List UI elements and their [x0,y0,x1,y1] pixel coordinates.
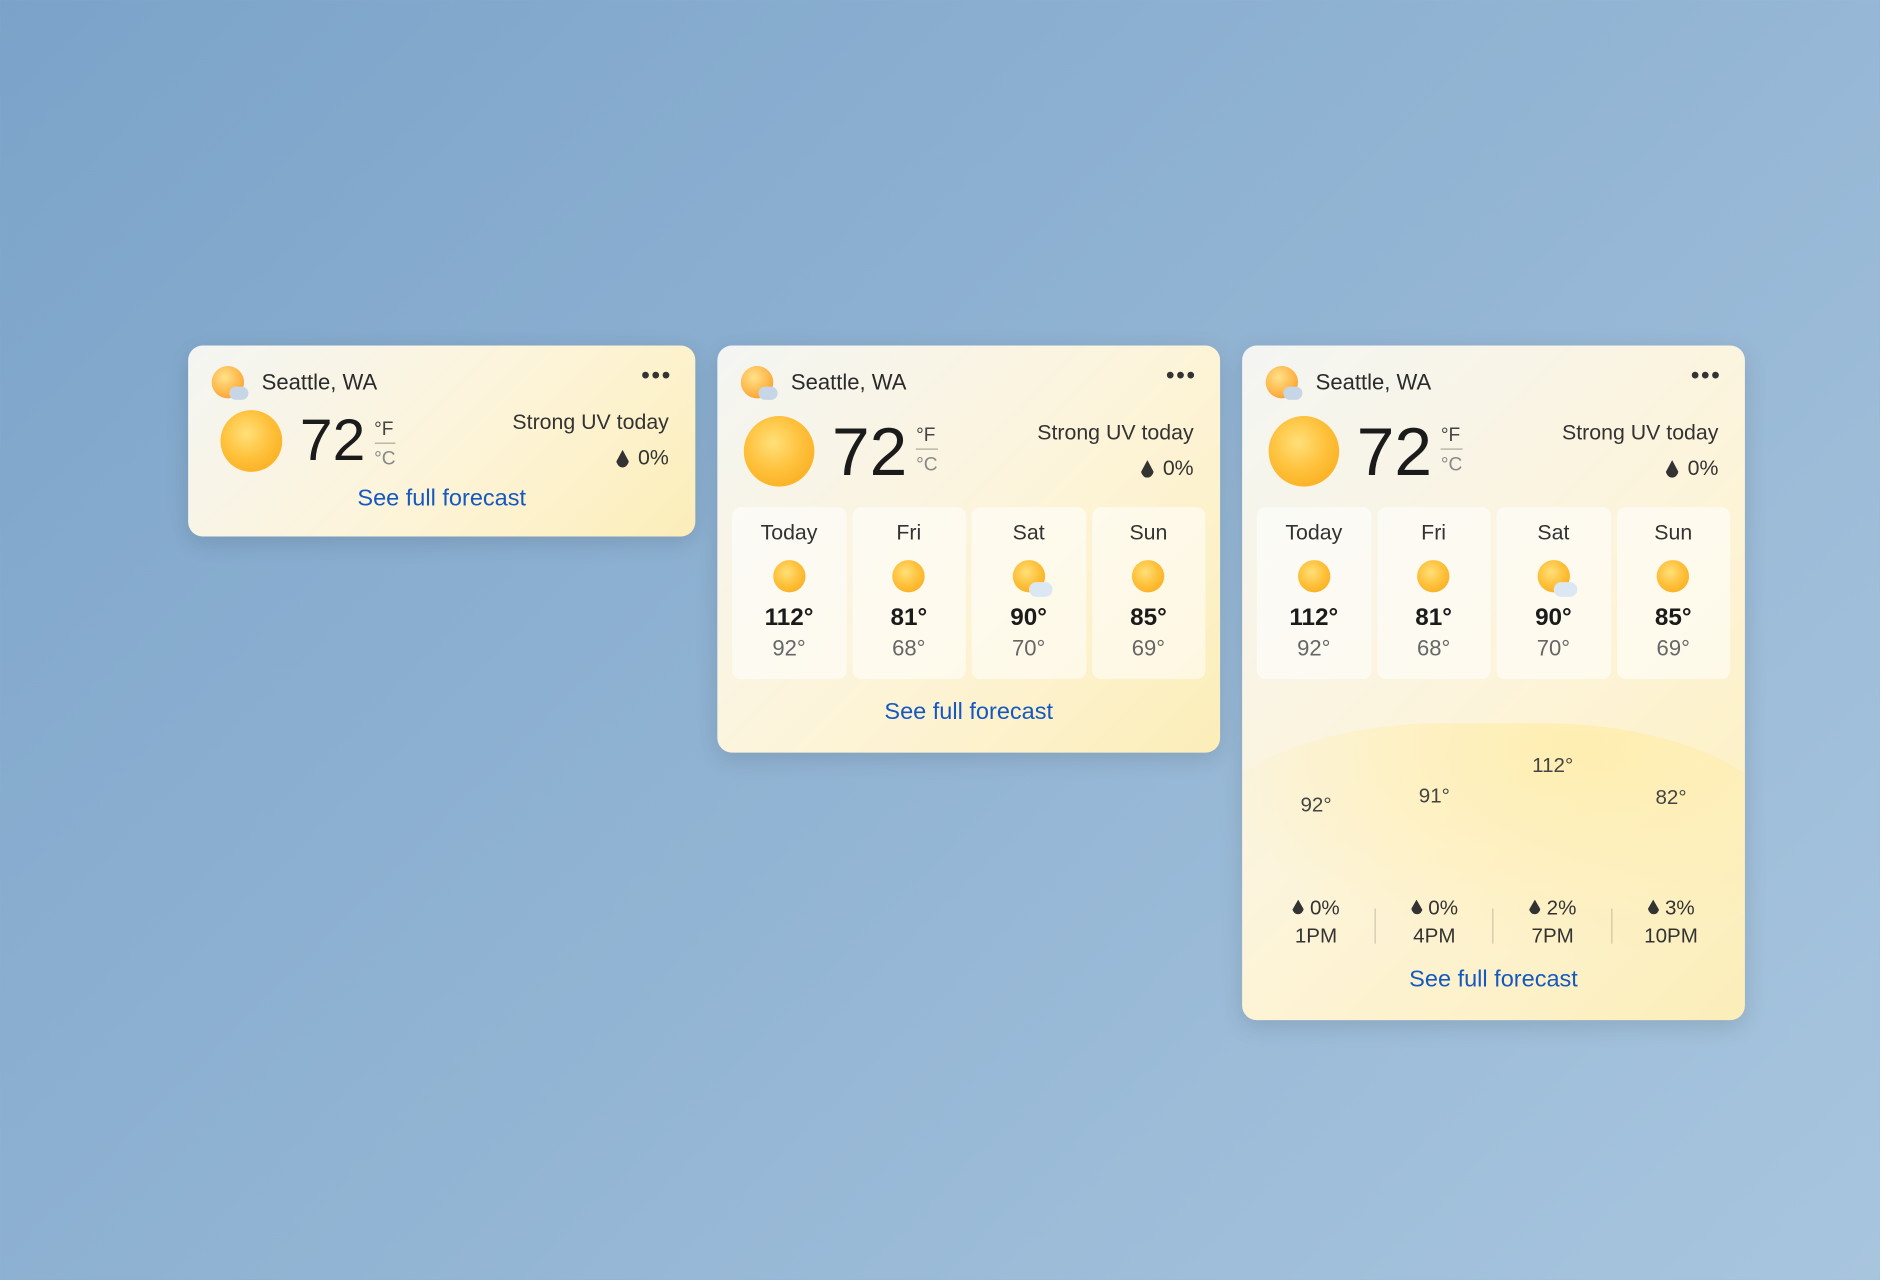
forecast-low: 92° [738,637,840,662]
unit-celsius[interactable]: °C [1441,450,1462,475]
forecast-low: 70° [1502,637,1604,662]
hourly-time: 4PM [1375,923,1493,947]
daily-forecast-row: Today 112° 92° Fri 81° 68° Sat 90° 70° Sun 85° 69° [717,492,1220,679]
forecast-high: 85° [1097,604,1199,632]
forecast-day-label: Sun [1097,522,1199,546]
hourly-temp: 82° [1612,785,1730,809]
forecast-day-label: Sun [1622,522,1724,546]
forecast-day[interactable]: Today 112° 92° [1257,507,1371,679]
sun-icon [744,416,815,487]
forecast-low: 70° [978,637,1080,662]
hourly-temp: 112° [1494,753,1612,777]
current-temperature: 72 [300,412,365,471]
forecast-day-label: Fri [1383,522,1485,546]
forecast-high: 81° [858,604,960,632]
location-label: Seattle, WA [791,370,907,395]
weather-app-icon [212,366,244,398]
hourly-column[interactable]: 112° 2% 7PM [1494,697,1612,947]
forecast-day[interactable]: Sun 85° 69° [1616,507,1730,679]
current-temperature: 72 [1357,417,1432,485]
forecast-low: 69° [1622,637,1724,662]
see-full-forecast-link[interactable]: See full forecast [188,472,695,537]
hourly-time: 10PM [1612,923,1730,947]
forecast-high: 85° [1622,604,1724,632]
precip-percent: 0% [1688,457,1719,481]
forecast-low: 68° [1383,637,1485,662]
raindrop-icon [1411,900,1423,915]
forecast-low: 92° [1263,637,1365,662]
hourly-temp: 91° [1375,784,1493,808]
hourly-column[interactable]: 82° 3% 10PM [1612,697,1730,947]
forecast-low: 69° [1097,637,1199,662]
forecast-day-label: Sat [978,522,1080,546]
raindrop-icon [1666,460,1679,478]
raindrop-icon [1141,460,1154,478]
forecast-low: 68° [858,637,960,662]
uv-alert-label: Strong UV today [1037,422,1193,446]
uv-alert-label: Strong UV today [1562,422,1718,446]
more-options-button[interactable]: ••• [1166,366,1197,387]
sun-icon [1417,560,1449,592]
hourly-column[interactable]: 92° 0% 1PM [1257,697,1375,947]
sun-icon [221,410,283,472]
location-label: Seattle, WA [262,370,378,395]
weather-widget-small: Seattle, WA ••• 72 °F °C Strong UV today… [188,345,695,536]
hourly-time: 7PM [1494,923,1612,947]
hourly-precip: 0% [1428,895,1458,919]
forecast-day-label: Today [738,522,840,546]
forecast-day-label: Sat [1502,522,1604,546]
more-options-button[interactable]: ••• [641,366,672,387]
forecast-high: 81° [1383,604,1485,632]
hourly-time: 1PM [1257,923,1375,947]
hourly-precip: 2% [1547,895,1577,919]
raindrop-icon [1529,900,1541,915]
uv-alert-label: Strong UV today [512,412,668,436]
partly-cloudy-icon [1012,560,1044,592]
forecast-day[interactable]: Sat 90° 70° [972,507,1086,679]
sun-icon [1657,560,1689,592]
hourly-precip: 3% [1665,895,1695,919]
weather-app-icon [1266,366,1298,398]
unit-fahrenheit[interactable]: °F [916,423,937,449]
hourly-forecast-section: 92° 0% 1PM 91° 0% 4PM 112° 2% 7PM 82° 3% 10PM [1257,697,1730,947]
sun-icon [1132,560,1164,592]
precip-percent: 0% [1163,457,1194,481]
current-temperature: 72 [832,417,907,485]
raindrop-icon [1292,900,1304,915]
unit-celsius[interactable]: °C [916,450,937,475]
raindrop-icon [616,450,629,468]
forecast-day[interactable]: Fri 81° 68° [852,507,966,679]
unit-fahrenheit[interactable]: °F [374,417,395,443]
forecast-day[interactable]: Sun 85° 69° [1091,507,1205,679]
forecast-high: 112° [1263,604,1365,632]
forecast-day[interactable]: Sat 90° 70° [1496,507,1610,679]
sun-icon [893,560,925,592]
unit-fahrenheit[interactable]: °F [1441,423,1462,449]
location-label: Seattle, WA [1316,370,1432,395]
hourly-temp: 92° [1257,792,1375,816]
forecast-high: 112° [738,604,840,632]
forecast-day[interactable]: Today 112° 92° [732,507,846,679]
weather-app-icon [741,366,773,398]
forecast-high: 90° [978,604,1080,632]
forecast-high: 90° [1502,604,1604,632]
see-full-forecast-link[interactable]: See full forecast [717,679,1220,753]
sun-icon [1298,560,1330,592]
sun-icon [1269,416,1340,487]
unit-celsius[interactable]: °C [374,444,395,469]
raindrop-icon [1647,900,1659,915]
precip-percent: 0% [638,447,669,471]
weather-widget-large: Seattle, WA ••• 72 °F °C Strong UV today… [1242,345,1745,1020]
partly-cloudy-icon [1537,560,1569,592]
hourly-precip: 0% [1310,895,1340,919]
more-options-button[interactable]: ••• [1691,366,1722,387]
daily-forecast-row: Today 112° 92° Fri 81° 68° Sat 90° 70° Sun 85° 69° [1242,492,1745,679]
hourly-column[interactable]: 91° 0% 4PM [1375,697,1493,947]
weather-widget-medium: Seattle, WA ••• 72 °F °C Strong UV today… [717,345,1220,752]
forecast-day-label: Fri [858,522,960,546]
forecast-day[interactable]: Fri 81° 68° [1377,507,1491,679]
forecast-day-label: Today [1263,522,1365,546]
sun-icon [773,560,805,592]
